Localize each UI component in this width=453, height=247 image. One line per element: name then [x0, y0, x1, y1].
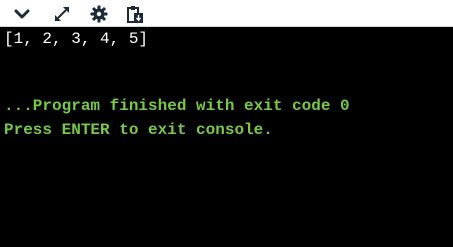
- exit-code-message: ...Program finished with exit code 0: [4, 97, 350, 115]
- press-enter-message: Press ENTER to exit console.: [4, 121, 273, 139]
- expand-arrows-icon: [55, 7, 69, 21]
- collapse-console-button[interactable]: [10, 3, 34, 25]
- console-output-area[interactable]: [1, 2, 3, 4, 5] ...Program finished with…: [0, 27, 453, 247]
- settings-button[interactable]: [87, 3, 111, 25]
- console-toolbar: [0, 0, 453, 27]
- expand-console-button[interactable]: [50, 3, 74, 25]
- online-compiler-console-window: [1, 2, 3, 4, 5] ...Program finished with…: [0, 0, 453, 247]
- copy-output-button[interactable]: [123, 3, 147, 25]
- gear-icon: [90, 5, 108, 23]
- program-output-line: [1, 2, 3, 4, 5]: [4, 30, 149, 48]
- chevron-down-icon: [14, 9, 30, 19]
- clipboard-copy-icon: [127, 6, 143, 23]
